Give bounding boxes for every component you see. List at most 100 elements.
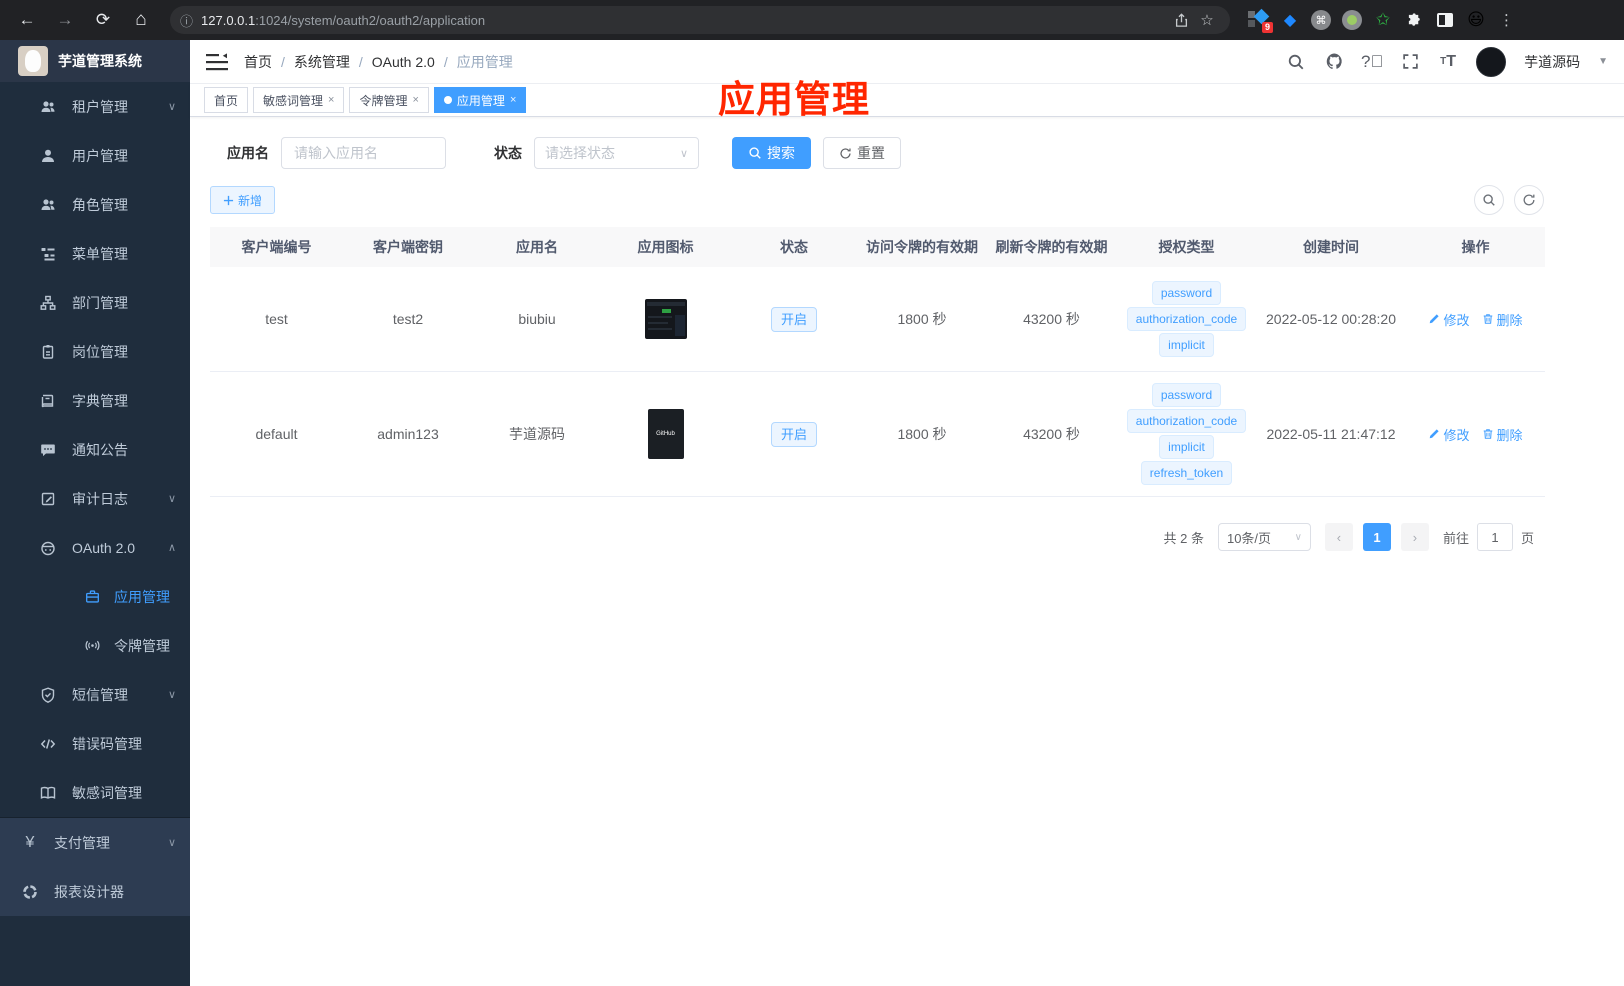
address-bar[interactable]: ⓘ 127.0.0.1:1024/system/oauth2/oauth2/ap…	[170, 6, 1230, 34]
delete-button[interactable]: 删除	[1482, 425, 1523, 444]
sidebar-item-dept[interactable]: 部门管理	[0, 278, 190, 327]
navbar: 首页 / 系统管理 / OAuth 2.0 / 应用管理 ?⃝ TT 芋道源码 …	[190, 40, 1624, 84]
cell-refresh-ttl: 43200 秒	[1023, 426, 1080, 442]
browser-back-button[interactable]: ←	[10, 5, 44, 35]
chevron-down-icon: ∨	[167, 101, 176, 113]
cell-app-name: 芋道源码	[509, 426, 565, 442]
cell-app-name: biubiu	[518, 311, 556, 327]
add-button[interactable]: 新增	[210, 186, 276, 214]
cell-created: 2022-05-11 21:47:12	[1266, 426, 1396, 442]
sidebar-item-dict[interactable]: 字典管理	[0, 376, 190, 425]
browser-menu-icon[interactable]: ⋮	[1496, 9, 1518, 31]
site-info-icon[interactable]: ⓘ	[180, 11, 193, 30]
breadcrumb-oauth2[interactable]: OAuth 2.0	[372, 54, 435, 70]
sidebar-item-sms[interactable]: 短信管理 ∨	[0, 670, 190, 719]
chevron-down-icon: ∨	[167, 493, 176, 505]
cell-grant-types: password authorization_code implicit	[1117, 281, 1256, 357]
close-icon[interactable]: ×	[510, 94, 516, 106]
page-unit-label: 页	[1520, 530, 1534, 546]
goto-page-input[interactable]	[1476, 523, 1513, 551]
goto-label: 前往	[1442, 530, 1469, 546]
delete-button[interactable]: 删除	[1482, 310, 1523, 329]
breadcrumb-home[interactable]: 首页	[244, 52, 272, 72]
sidebar-item-notice[interactable]: 通知公告	[0, 425, 190, 474]
search-icon[interactable]	[1286, 52, 1306, 72]
cell-status: 开启	[730, 421, 858, 447]
tab-application[interactable]: 应用管理 ×	[433, 87, 527, 113]
chevron-down-icon: ∨	[1294, 531, 1302, 543]
prev-page-button[interactable]: ‹	[1324, 523, 1353, 551]
sidebar-item-role[interactable]: 角色管理	[0, 180, 190, 229]
tab-sensitive-word[interactable]: 敏感词管理 ×	[253, 87, 345, 113]
chevron-down-icon[interactable]: ▼	[1598, 56, 1608, 67]
user-avatar[interactable]	[1476, 46, 1507, 77]
sidebar-item-menu[interactable]: 菜单管理	[0, 229, 190, 278]
help-icon[interactable]: ?⃝	[1361, 52, 1383, 72]
username[interactable]: 芋道源码	[1524, 52, 1580, 72]
font-size-icon[interactable]: TT	[1438, 52, 1458, 72]
search-button[interactable]: 搜索	[732, 137, 811, 169]
extension-green-star-icon[interactable]: ✩	[1372, 9, 1394, 31]
sidebar-item-pay[interactable]: ¥ 支付管理 ∨	[0, 818, 190, 867]
sidebar: 芋道管理系统 租户管理 ∨ 用户管理 角色管理 菜单管理 部门管理 岗位管理 字…	[0, 40, 190, 986]
sidebar-item-audit-log[interactable]: 审计日志 ∨	[0, 474, 190, 523]
app-logo-row[interactable]: 芋道管理系统	[0, 40, 190, 82]
sidebar-item-errorcode[interactable]: 错误码管理	[0, 719, 190, 768]
extension-command-icon[interactable]: ⌘	[1310, 9, 1332, 31]
table-toolbar: 新增	[210, 185, 1604, 215]
extensions-puzzle-icon[interactable]	[1403, 9, 1425, 31]
sidebar-item-oauth2-application[interactable]: 应用管理	[0, 572, 190, 621]
profile-avatar-icon[interactable]: 😃	[1465, 9, 1487, 31]
share-icon[interactable]	[1168, 13, 1194, 28]
status-select[interactable]: 请选择状态 ∨	[534, 137, 699, 169]
sidebar-item-report-designer[interactable]: 报表设计器	[0, 867, 190, 916]
next-page-button[interactable]: ›	[1400, 523, 1429, 551]
table-row: default admin123 芋道源码 GitHub 开启 1800 秒 4…	[210, 372, 1545, 497]
col-status: 状态	[780, 239, 808, 255]
app-name-input[interactable]	[281, 137, 446, 169]
breadcrumb-current: 应用管理	[456, 53, 513, 70]
page-size-select[interactable]: 10条/页 ∨	[1217, 523, 1311, 551]
sidebar-item-oauth2-token[interactable]: 令牌管理	[0, 621, 190, 670]
breadcrumb: 首页 / 系统管理 / OAuth 2.0 / 应用管理	[244, 52, 513, 72]
tab-home[interactable]: 首页	[204, 87, 249, 113]
close-icon[interactable]: ×	[412, 94, 418, 106]
pagination: 共 2 条 10条/页 ∨ ‹ 1 › 前往 页	[210, 523, 1534, 551]
reset-button[interactable]: 重置	[823, 137, 901, 169]
tab-token[interactable]: 令牌管理 ×	[349, 87, 429, 113]
browser-reload-button[interactable]: ⟳	[86, 5, 120, 35]
sidebar-item-tenant[interactable]: 租户管理 ∨	[0, 82, 190, 131]
status-badge: 开启	[770, 421, 817, 447]
bookmark-star-icon[interactable]: ☆	[1194, 11, 1220, 29]
fullscreen-icon[interactable]	[1400, 52, 1420, 72]
extension-blue-diamond-icon[interactable]: 9	[1248, 8, 1273, 33]
sidebar-item-user[interactable]: 用户管理	[0, 131, 190, 180]
app-thumbnail-github: GitHub	[647, 409, 684, 459]
sidebar-item-sensitive-word[interactable]: 敏感词管理	[0, 768, 190, 817]
browser-home-button[interactable]: ⌂	[124, 5, 158, 35]
side-panel-icon[interactable]	[1434, 9, 1456, 31]
refresh-table-button[interactable]	[1514, 185, 1544, 215]
sidebar-menu: 租户管理 ∨ 用户管理 角色管理 菜单管理 部门管理 岗位管理 字典管理 通知公…	[0, 82, 190, 986]
sidebar-collapse-icon[interactable]	[206, 53, 228, 71]
tags-view-bar: 首页 敏感词管理 × 令牌管理 × 应用管理 ×	[190, 84, 1624, 117]
extension-gem-icon[interactable]: ◆	[1279, 9, 1301, 31]
github-icon[interactable]	[1324, 52, 1344, 72]
edit-button[interactable]: 修改	[1428, 425, 1470, 444]
browser-forward-button[interactable]: →	[48, 5, 82, 35]
extension-record-icon[interactable]	[1341, 9, 1363, 31]
page-1-button[interactable]: 1	[1362, 523, 1391, 551]
col-app-name: 应用名	[516, 239, 558, 255]
close-icon[interactable]: ×	[328, 94, 334, 106]
breadcrumb-system[interactable]: 系统管理	[294, 52, 350, 72]
toggle-search-button[interactable]	[1474, 185, 1504, 215]
edit-button[interactable]: 修改	[1428, 310, 1470, 329]
sidebar-item-oauth2[interactable]: OAuth 2.0 ∧	[0, 523, 190, 572]
status-label: 状态	[494, 145, 522, 161]
browser-toolbar: ← → ⟳ ⌂ ⓘ 127.0.0.1:1024/system/oauth2/o…	[0, 0, 1624, 40]
chevron-down-icon: ∨	[679, 147, 688, 160]
app-name-label: 应用名	[227, 145, 269, 161]
url-path: :1024/system/oauth2/oauth2/application	[255, 12, 486, 28]
sidebar-item-post[interactable]: 岗位管理	[0, 327, 190, 376]
active-dot	[443, 96, 452, 104]
